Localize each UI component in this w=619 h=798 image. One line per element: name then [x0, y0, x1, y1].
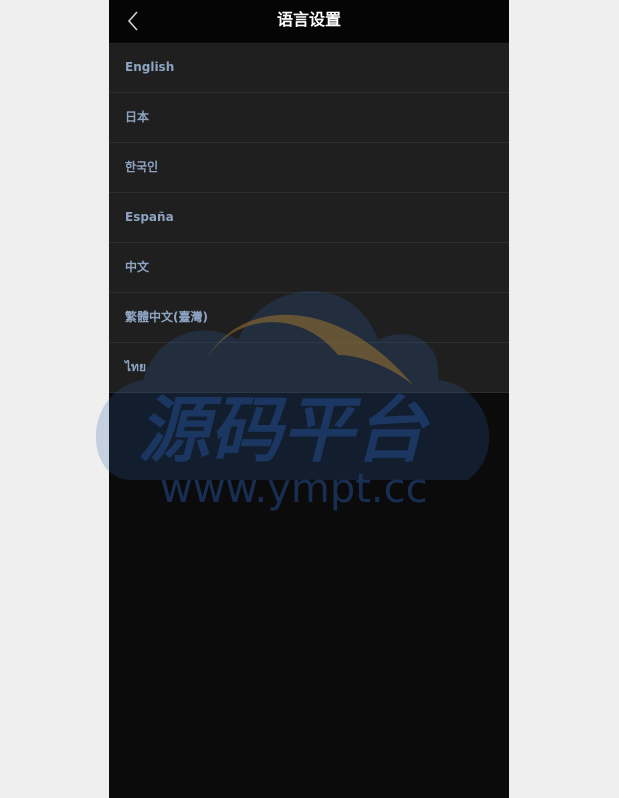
- chevron-left-icon: [127, 11, 138, 31]
- language-option-english[interactable]: English: [109, 43, 509, 93]
- top-bar: 语言设置: [109, 0, 509, 42]
- language-label: España: [125, 210, 174, 224]
- language-option-traditional-chinese[interactable]: 繁體中文(臺灣): [109, 293, 509, 343]
- language-option-japanese[interactable]: 日本: [109, 93, 509, 143]
- language-option-spanish[interactable]: España: [109, 193, 509, 243]
- back-button[interactable]: [123, 9, 147, 33]
- app-screen: 语言设置 English 日本 한국인 España 中文 繁體中文(臺灣) ไ…: [109, 0, 509, 798]
- language-label: ไทย: [125, 360, 146, 374]
- language-option-korean[interactable]: 한국인: [109, 143, 509, 193]
- language-option-thai[interactable]: ไทย: [109, 343, 509, 393]
- language-label: 中文: [125, 260, 150, 274]
- page-title: 语言设置: [276, 10, 341, 29]
- language-label: 日本: [125, 110, 150, 124]
- language-label: English: [125, 60, 175, 74]
- language-label: 繁體中文(臺灣): [125, 310, 208, 324]
- language-list: English 日本 한국인 España 中文 繁體中文(臺灣) ไทย: [109, 43, 509, 393]
- language-option-simplified-chinese[interactable]: 中文: [109, 243, 509, 293]
- language-label: 한국인: [125, 160, 159, 174]
